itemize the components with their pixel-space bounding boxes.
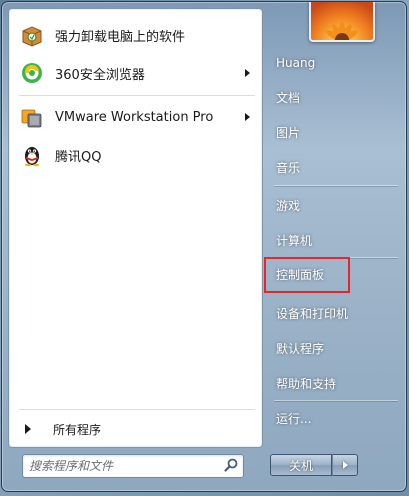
place-item-pictures[interactable]: 图片 (270, 117, 400, 147)
program-item-360-browser[interactable]: 360安全浏览器 (13, 55, 258, 91)
uninstaller-box-icon (19, 22, 45, 48)
place-item-games[interactable]: 游戏 (270, 190, 400, 220)
divider (19, 409, 255, 410)
place-label: 音乐 (276, 160, 301, 175)
divider (19, 95, 255, 96)
program-label: 360安全浏览器 (55, 67, 145, 83)
place-item-help-support[interactable]: 帮助和支持 (270, 368, 400, 398)
place-label: 运行... (276, 411, 312, 426)
place-label: 计算机 (276, 233, 313, 248)
place-label: 游戏 (276, 198, 301, 213)
360-browser-icon (19, 60, 45, 86)
place-label: 帮助和支持 (276, 376, 337, 391)
shutdown-label: 关机 (288, 458, 313, 473)
shutdown-button[interactable]: 关机 (270, 454, 332, 476)
program-item-qq[interactable]: 腾讯QQ (13, 137, 258, 173)
place-item-music[interactable]: 音乐 (270, 152, 400, 182)
all-programs-button[interactable]: 所有程序 (15, 417, 260, 441)
place-item-documents[interactable]: 文档 (270, 82, 400, 112)
submenu-arrow-icon[interactable] (245, 69, 250, 77)
start-menu: 强力卸载电脑上的软件 360安全浏览器 VMware Workstation P… (1, 1, 407, 492)
highlight-annotation-box (264, 257, 350, 293)
place-label: 默认程序 (276, 341, 325, 356)
places-pane: Huang 文档 图片 音乐 游戏 计算机 控制面板 设备和打印机 默认程序 帮… (264, 2, 406, 491)
program-item-uninstaller[interactable]: 强力卸载电脑上的软件 (13, 17, 258, 53)
place-item-default-programs[interactable]: 默认程序 (270, 333, 400, 363)
arrow-right-icon (342, 461, 348, 469)
user-picture-avatar[interactable] (309, 2, 375, 42)
divider (274, 400, 398, 401)
search-input[interactable] (27, 457, 221, 475)
program-label: 强力卸载电脑上的软件 (55, 29, 186, 45)
place-label: Huang (276, 56, 316, 70)
shutdown-options-button[interactable] (332, 454, 358, 476)
search-box[interactable] (22, 454, 244, 478)
program-item-vmware[interactable]: VMware Workstation Pro (13, 99, 258, 135)
search-icon[interactable] (223, 457, 239, 473)
programs-pane: 强力卸载电脑上的软件 360安全浏览器 VMware Workstation P… (8, 8, 263, 448)
place-label: 文档 (276, 90, 301, 105)
place-label: 设备和打印机 (276, 306, 349, 321)
place-item-devices-printers[interactable]: 设备和打印机 (270, 298, 400, 328)
submenu-arrow-icon[interactable] (245, 113, 250, 121)
arrow-right-icon (25, 424, 31, 434)
program-label: VMware Workstation Pro (55, 109, 214, 125)
all-programs-label: 所有程序 (53, 422, 102, 437)
program-label: 腾讯QQ (55, 149, 102, 165)
vmware-icon (19, 104, 45, 130)
place-item-run[interactable]: 运行... (270, 403, 400, 433)
place-label: 图片 (276, 125, 301, 140)
place-item-user[interactable]: Huang (270, 48, 400, 78)
place-item-computer[interactable]: 计算机 (270, 225, 400, 255)
divider (274, 185, 398, 186)
qq-penguin-icon (19, 142, 45, 168)
